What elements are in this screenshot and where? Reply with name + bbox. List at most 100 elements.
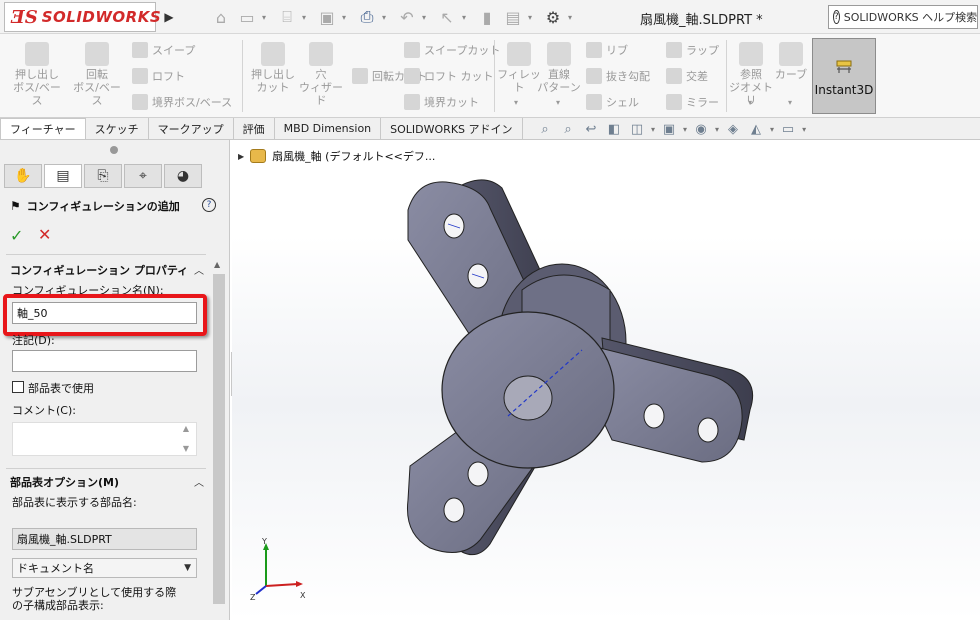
hide-show-dropdown-icon[interactable]: ▾ — [715, 125, 719, 134]
apply-scene-icon[interactable]: ◭ — [747, 120, 765, 138]
previous-view-icon[interactable]: ↩ — [582, 120, 600, 138]
tab-markup[interactable]: マークアップ — [148, 118, 234, 139]
collapse-chevron-icon[interactable]: ︿ — [194, 262, 204, 277]
linear-pattern-button[interactable]: 直線 パターン — [534, 42, 584, 94]
intersect-button[interactable]: 交差 — [666, 68, 708, 84]
mirror-button[interactable]: ミラー — [666, 94, 719, 110]
instant3d-button[interactable]: Instant3D — [812, 38, 876, 114]
shell-button[interactable]: シェル — [586, 94, 639, 110]
panel-grip-handle[interactable] — [110, 146, 118, 154]
config-properties-section-title[interactable]: コンフィギュレーション プロパティ — [10, 262, 188, 278]
boundary-boss-button[interactable]: 境界ボス/ベース — [132, 94, 232, 110]
view-orientation-icon[interactable]: ◫ — [628, 120, 646, 138]
document-name-select[interactable]: ドキュメント名 ▼ — [12, 558, 197, 578]
menu-expand-arrow-icon[interactable]: ▶ — [162, 8, 176, 26]
undo-icon[interactable]: ↶ — [396, 6, 418, 28]
new-dropdown-icon[interactable]: ▾ — [262, 13, 272, 22]
zoom-to-fit-icon[interactable]: ⌕ — [536, 120, 554, 138]
configuration-manager-tab-icon[interactable]: ⎘ — [84, 164, 122, 188]
curves-button[interactable]: カーブ — [766, 42, 816, 81]
new-document-icon[interactable]: ▭ — [236, 6, 258, 28]
loft-button[interactable]: ロフト — [132, 68, 185, 84]
tab-solidworks-addins[interactable]: SOLIDWORKS アドイン — [381, 118, 523, 139]
hole-wizard-button[interactable]: 穴 ウィザード — [296, 42, 346, 107]
instant3d-label: Instant3D — [814, 83, 874, 97]
tab-features[interactable]: フィーチャー — [0, 118, 86, 139]
scrollbar-thumb[interactable] — [213, 274, 225, 604]
select-dropdown-icon[interactable]: ▾ — [462, 13, 472, 22]
pattern-dropdown-icon[interactable]: ▾ — [556, 98, 560, 107]
extrude-boss-label: 押し出し ボス/ベース — [13, 68, 61, 107]
collapse-chevron-icon[interactable]: ︿ — [194, 474, 204, 489]
home-icon[interactable]: ⌂ — [210, 6, 232, 28]
options-gear-icon[interactable]: ⚙ — [542, 6, 564, 28]
apply-scene-dropdown-icon[interactable]: ▾ — [770, 125, 774, 134]
sweep-button[interactable]: スイープ — [132, 42, 195, 58]
comment-textarea[interactable] — [12, 422, 197, 456]
display-style-dropdown-icon[interactable]: ▾ — [683, 125, 687, 134]
bom-options-section-title[interactable]: 部品表オプション(M) — [10, 474, 119, 490]
tab-mbd-dimension[interactable]: MBD Dimension — [274, 118, 382, 139]
extrude-cut-button[interactable]: 押し出し カット — [248, 42, 298, 94]
save-dropdown-icon[interactable]: ▾ — [342, 13, 352, 22]
loft-cut-label: ロフト カット — [424, 70, 494, 83]
curves-dropdown-icon[interactable]: ▾ — [788, 98, 792, 107]
view-settings-monitor-icon[interactable]: ▭ — [779, 120, 797, 138]
tab-evaluate[interactable]: 評価 — [233, 118, 275, 139]
save-icon[interactable]: ▣ — [316, 6, 338, 28]
feature-manager-tab-icon[interactable]: ✋ — [4, 164, 42, 188]
hide-show-items-icon[interactable]: ◉ — [692, 120, 710, 138]
fillet-dropdown-icon[interactable]: ▾ — [514, 98, 518, 107]
display-style-icon[interactable]: ▣ — [660, 120, 678, 138]
textarea-scroll-down-icon[interactable]: ▼ — [180, 444, 192, 453]
scroll-up-arrow-icon[interactable]: ▲ — [214, 260, 220, 269]
help-question-icon[interactable]: ? — [202, 198, 216, 212]
property-manager-tab-icon[interactable]: ▤ — [44, 164, 82, 188]
file-properties-dropdown-icon[interactable]: ▾ — [528, 13, 538, 22]
triad-z-label: Z — [250, 593, 256, 602]
wrap-button[interactable]: ラップ — [666, 42, 719, 58]
bom-part-name-field[interactable]: 扇風機_軸.SLDPRT — [12, 528, 197, 550]
rebuild-icon[interactable]: ▮ — [476, 6, 498, 28]
3d-model-render[interactable] — [232, 140, 980, 620]
use-in-bom-checkbox[interactable] — [12, 381, 24, 393]
manager-tabs: ✋ ▤ ⎘ ⌖ ◕ — [4, 164, 226, 190]
file-properties-icon[interactable]: ▤ — [502, 6, 524, 28]
highlight-red-frame — [3, 294, 207, 336]
view-settings-dropdown-icon[interactable]: ▾ — [802, 125, 806, 134]
view-orientation-dropdown-icon[interactable]: ▾ — [651, 125, 655, 134]
extrude-boss-button[interactable]: 押し出し ボス/ベース — [12, 42, 62, 107]
ok-check-button[interactable]: ✓ — [10, 226, 23, 245]
display-manager-tab-icon[interactable]: ◕ — [164, 164, 202, 188]
solidworks-logo[interactable]: ƎS SOLIDWORKS — [4, 2, 161, 32]
edit-appearance-icon[interactable]: ◈ — [724, 120, 742, 138]
print-dropdown-icon[interactable]: ▾ — [382, 13, 392, 22]
description-input[interactable] — [12, 350, 197, 372]
draft-button[interactable]: 抜き勾配 — [586, 68, 650, 84]
tab-sketch[interactable]: スケッチ — [85, 118, 149, 139]
section-view-icon[interactable]: ◧ — [605, 120, 623, 138]
reference-geometry-icon — [739, 42, 763, 66]
options-dropdown-icon[interactable]: ▾ — [568, 13, 578, 22]
ref-geometry-dropdown-icon[interactable]: ▾ — [748, 98, 752, 107]
graphics-viewport[interactable]: ▶ 扇風機_軸 (デフォルト<<デフ... Y X Z — [232, 140, 980, 620]
triad-z-axis — [255, 585, 267, 595]
panel-scrollbar[interactable]: ▲ — [212, 260, 226, 620]
revolve-boss-button[interactable]: 回転 ボス/ベース — [72, 42, 122, 107]
triad-x-label: X — [300, 591, 306, 600]
linear-pattern-icon — [547, 42, 571, 66]
undo-dropdown-icon[interactable]: ▾ — [422, 13, 432, 22]
print-icon[interactable]: ⎙ — [356, 6, 378, 28]
cancel-x-button[interactable]: ✕ — [38, 225, 51, 244]
select-arrow-icon[interactable]: ↖ — [436, 6, 458, 28]
rib-button[interactable]: リブ — [586, 42, 628, 58]
open-dropdown-icon[interactable]: ▾ — [302, 13, 312, 22]
dimxpert-manager-tab-icon[interactable]: ⌖ — [124, 164, 162, 188]
sweep-cut-button[interactable]: スイープカット — [404, 42, 500, 58]
boundary-cut-button[interactable]: 境界カット — [404, 94, 479, 110]
open-folder-icon[interactable]: ⌸ — [276, 6, 298, 28]
textarea-scroll-up-icon[interactable]: ▲ — [180, 424, 192, 433]
loft-cut-button[interactable]: ロフト カット — [404, 68, 494, 84]
zoom-to-area-icon[interactable]: ⌕ — [559, 120, 577, 138]
help-search-box[interactable]: ? SOLIDWORKS ヘルプ検索 — [828, 5, 978, 29]
